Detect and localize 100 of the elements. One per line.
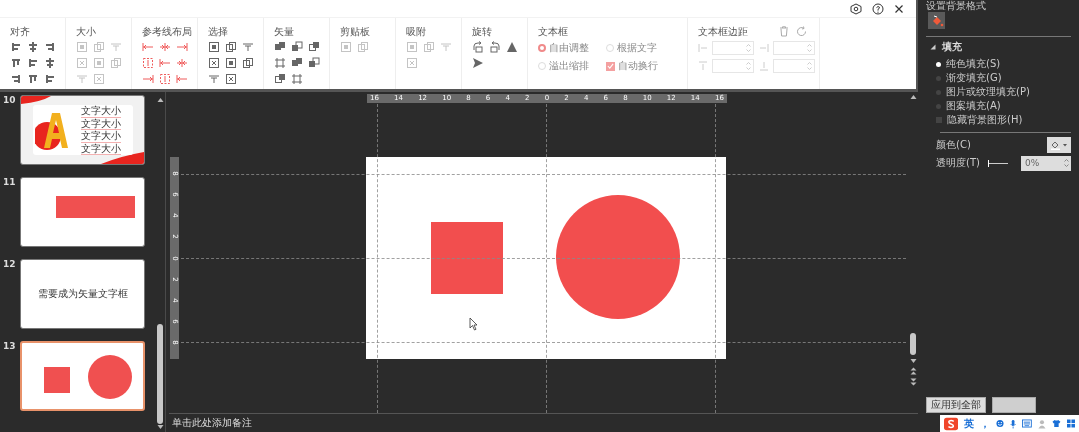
margin-icon [759,43,769,53]
color-picker-button[interactable] [1047,137,1071,153]
shape-icon[interactable] [308,41,320,53]
checkbox[interactable] [936,117,942,123]
align-icon[interactable] [10,57,22,69]
radio-button[interactable] [936,89,941,95]
group-title: 对齐 [10,26,31,37]
option-label: 纯色填充(S) [946,57,1001,71]
option-label: 渐变填充(G) [946,71,1002,85]
punctuation-mode[interactable]: ， [980,416,991,431]
section-title[interactable]: 填充 [942,40,962,54]
mouse-pointer-icon [469,317,478,331]
group-title: 选择 [208,26,229,37]
keyboard-icon[interactable] [1022,419,1033,428]
circle-shape[interactable] [556,195,680,319]
guide-icon[interactable] [176,57,188,69]
option-label: 隐藏背景图形(H) [947,113,1023,127]
spin-field[interactable] [712,41,754,55]
percent-field[interactable]: 0% [1021,155,1071,171]
select-icon[interactable] [208,57,220,69]
help-icon[interactable] [872,2,884,15]
option-label: 图片或纹理填充(P) [946,85,1030,99]
align-icon[interactable] [44,41,56,53]
slide-number: 13 [2,341,17,353]
ime-mode[interactable]: 英 [964,416,975,431]
field-label: 透明度(T) [936,156,980,170]
slide-text: 需要成为矢量文字框 [37,287,128,301]
guide-icon[interactable] [176,41,188,53]
align-icon[interactable] [27,73,39,85]
slide-text: 文字大小 [80,130,121,143]
margin-icon [698,61,708,71]
slide-thumbnail[interactable]: 文字大小 文字大小 文字大小 文字大小 [20,95,145,165]
slide-number: 11 [2,177,17,189]
slide-thumbnail[interactable]: 需要成为矢量文字框 [20,259,145,329]
slide-thumbnail[interactable] [20,341,145,411]
align-icon[interactable] [10,73,22,85]
close-icon[interactable] [894,3,904,14]
guide-icon[interactable] [176,73,188,85]
radio-button[interactable] [538,44,546,52]
group-title: 矢量 [274,26,295,37]
spin-field[interactable] [712,59,754,73]
align-icon[interactable] [44,57,56,69]
spin-arrows-icon[interactable] [1064,158,1069,168]
checkbox[interactable] [606,61,615,71]
circle-shape [88,355,132,399]
radio-button[interactable] [936,103,941,109]
shape-icon[interactable] [274,57,286,69]
paint-bucket-icon [1050,140,1068,150]
select-icon[interactable] [242,57,254,69]
guide-icon[interactable] [159,57,171,69]
scroll-thumb[interactable] [910,333,916,355]
align-icon[interactable] [44,73,56,85]
settings-icon[interactable] [850,2,862,15]
shape-icon[interactable] [274,73,286,85]
option-label: 溢出缩排 [549,59,589,73]
shape-icon[interactable] [291,73,303,85]
shape-icon[interactable] [291,41,303,53]
notes-field[interactable]: 单击此处添加备注 [169,413,918,432]
guide-icon[interactable] [159,41,171,53]
slide-number: 12 [2,259,17,271]
select-icon[interactable] [208,41,220,53]
group-title: 参考线布局 [142,26,193,37]
apply-all-button[interactable]: 应用到全部 [926,397,986,413]
scrollbar[interactable] [156,95,164,432]
shape-icon[interactable] [274,41,286,53]
shape-icon[interactable] [308,57,320,69]
guide-icon[interactable] [159,73,171,85]
ime-toolbar[interactable]: 英 ， [940,415,1079,432]
radio-button[interactable] [936,61,941,67]
shirt-icon[interactable] [1052,419,1062,428]
scroll-down-icon[interactable] [909,358,917,364]
option-label: 图案填充(A) [946,99,1001,113]
slide-text: 文字大小 [80,117,121,130]
guide-icon[interactable] [142,41,154,53]
expand-icon[interactable] [930,44,936,50]
scroll-up-icon[interactable] [909,94,917,100]
ime-logo-icon[interactable] [944,416,959,431]
align-icon[interactable] [27,57,39,69]
scroll-up-icon[interactable] [156,97,164,103]
spin-field[interactable] [773,41,815,55]
align-icon[interactable] [10,41,22,53]
next-slide-icon[interactable] [909,378,917,386]
radio-button[interactable] [936,75,941,81]
emoji-icon[interactable] [996,419,1005,428]
previous-slide-icon[interactable] [909,367,917,375]
scroll-thumb[interactable] [157,324,163,424]
select-icon[interactable] [225,73,237,85]
slide-thumbnail[interactable] [20,177,145,247]
scroll-down-icon[interactable] [156,424,164,430]
shape-icon[interactable] [291,57,303,69]
select-icon[interactable] [225,57,237,69]
spin-field[interactable] [773,59,815,73]
guide-icon[interactable] [142,57,154,69]
panel-title: 设置背景格式 [926,0,987,12]
microphone-icon[interactable] [1010,418,1017,429]
grid-icon[interactable] [1067,419,1075,428]
align-icon[interactable] [27,41,39,53]
select-icon[interactable] [225,41,237,53]
guide-icon[interactable] [142,73,154,85]
trash-icon[interactable] [779,26,789,37]
